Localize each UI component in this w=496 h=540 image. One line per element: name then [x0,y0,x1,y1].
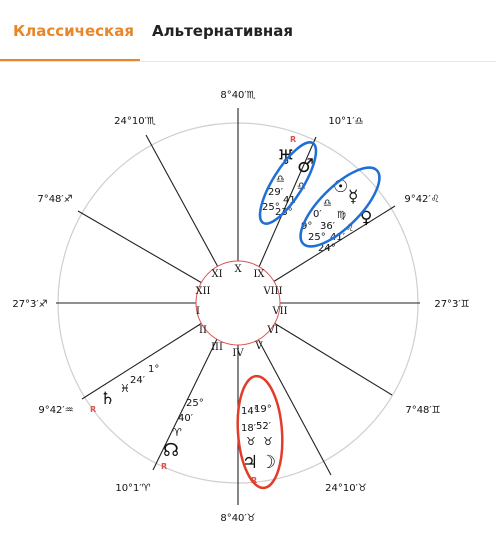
house-10: X [234,264,242,275]
cusp-label-9: 10°1′♎ [328,116,363,127]
cusp-label-5: 24°10′♉ [325,483,367,494]
mercury-glyph: ☿ [348,187,358,207]
house-8: VIII [262,286,282,297]
cusp-label-12: 7°48′♐ [37,194,72,205]
house-2: II [199,325,207,336]
cusp-line-12 [77,210,203,284]
degree-text: 18′ [241,423,257,434]
cusp-line-2 [81,322,203,400]
cusp-label-7: 27°3′♊ [434,299,469,310]
degree-text: 0′ [313,209,322,220]
house-9: IX [253,269,265,280]
house-4: IV [232,348,244,359]
house-7: VII [271,306,287,317]
degree-text: 36′ [320,221,336,232]
cusp-label-3: 10°1′♈ [115,483,150,494]
degree-text: 40′ [178,413,194,424]
moon-glyph: ☽ [260,452,276,473]
tab-alternative[interactable]: Альтернативная [152,0,293,62]
degree-text: 29′ [268,187,284,198]
cusp-label-11: 24°10′♏ [114,116,156,127]
degree-text: 52′ [256,421,272,432]
uranus-sign: ♎ [276,174,285,185]
sun-sign: ♎ [323,198,332,209]
planet-group-uranus-mars: R ♅ ♂ ♎ ♎ 29′ 41′ 25° 23° [262,135,314,218]
cusp-label-8: 9°42′♌ [404,194,439,205]
tab-bar: Классическая Альтернативная [0,0,496,62]
cusp-label-4: 8°40′♉ [220,513,255,524]
house-11: XI [211,269,222,280]
planet-group-sun-mercury-venus: ☉ ☿ ♀ ♎ ♍ ♌ 0′ 9° 36′ 25° 41′ 24° [301,177,372,254]
house-1: I [196,306,200,317]
degree-text: 19° [254,404,272,415]
retro-mark-node: R [161,462,167,471]
cusp-line-6 [273,322,393,396]
mercury-sign: ♍ [337,210,346,221]
node-glyph: ☊ [163,440,179,461]
degree-text: 25° [186,398,204,409]
cusp-label-10: 8°40′♏ [220,90,255,101]
house-6: VI [266,325,278,336]
tab-classic[interactable]: Классическая [13,0,134,62]
cusp-label-6: 7°48′♊ [405,405,440,416]
mars-glyph: ♂ [297,155,314,177]
retro-mark-uranus: R [290,135,296,144]
moon-sign: ♉ [263,435,273,448]
cusp-label-1: 27°3′♐ [12,299,47,310]
house-3: III [211,342,223,353]
degree-text: 24′ [130,375,146,386]
house-5: V [254,341,263,352]
tab-classic-label: Классическая [13,22,134,40]
cusp-line-11 [145,134,219,268]
saturn-glyph: ♄ [100,389,115,409]
retro-mark-saturn: R [90,405,96,414]
degree-text: 1° [148,364,159,375]
natal-chart: X IX VIII VII VI V IV III II I XII XI 8°… [12,90,469,524]
saturn-sign: ♓ [120,382,130,395]
cusp-label-2: 9°42′♒ [38,405,73,416]
tab-alternative-label: Альтернативная [152,22,293,40]
node-sign: ♈ [172,426,182,439]
jupiter-sign: ♉ [246,435,256,448]
degree-text: 25° [308,232,326,243]
house-12: XII [195,286,210,297]
uranus-glyph: ♅ [277,145,295,169]
